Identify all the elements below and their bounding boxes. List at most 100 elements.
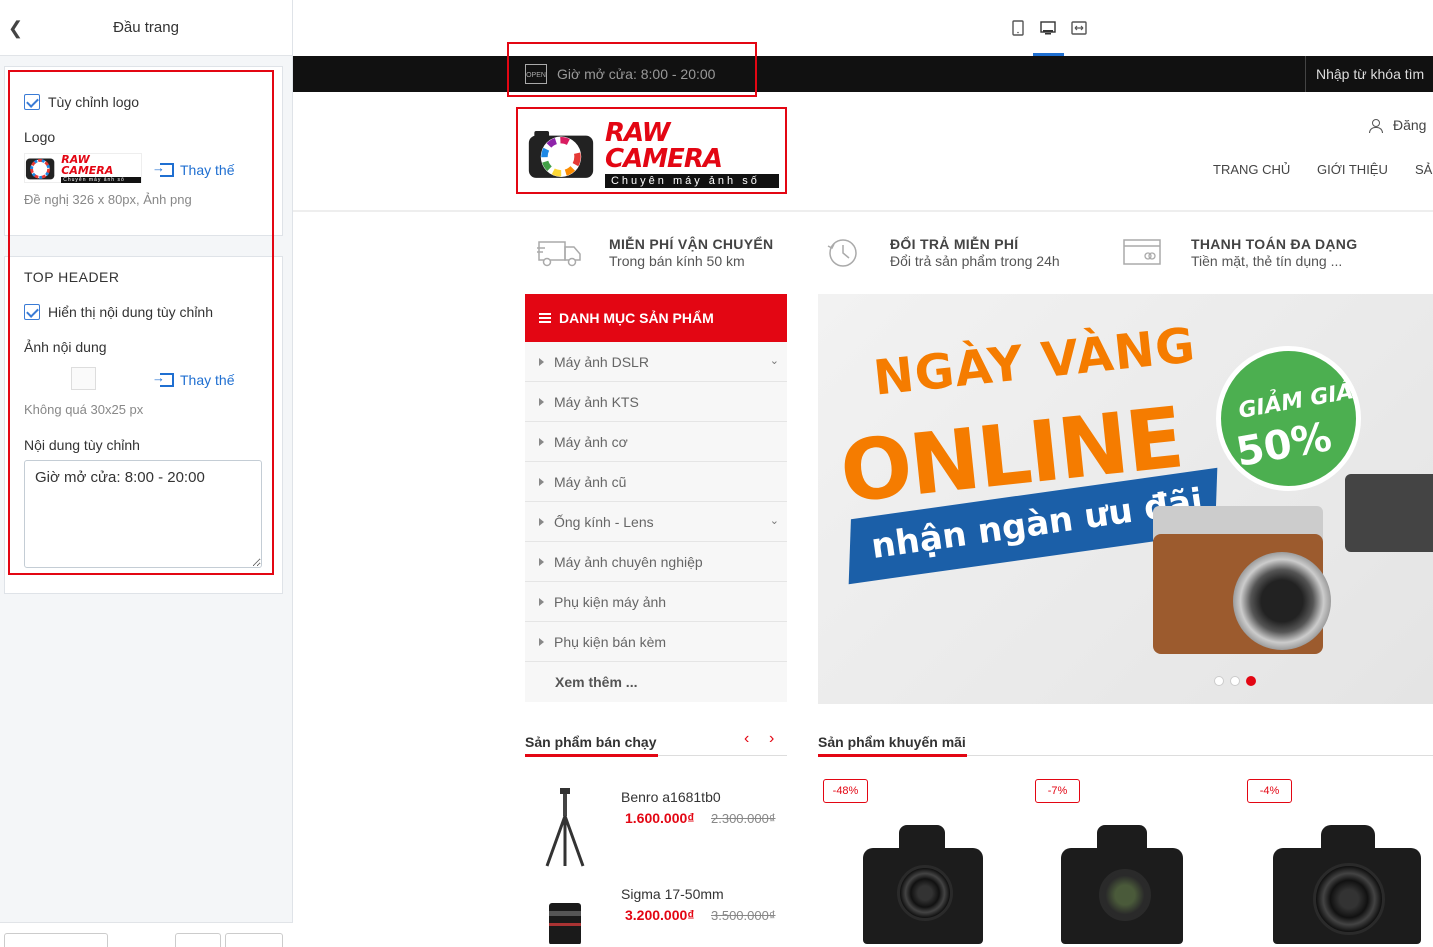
chevron-down-icon[interactable]: ⌄ <box>770 354 779 367</box>
truck-icon <box>537 241 581 267</box>
nav-products[interactable]: SẢ <box>1415 162 1432 177</box>
back-chevron-icon[interactable]: ❮ <box>8 18 23 39</box>
slider-dot[interactable] <box>1230 676 1240 686</box>
category-label: Phụ kiện máy ảnh <box>554 593 667 610</box>
custom-logo-checkbox[interactable] <box>24 94 40 110</box>
logo-label: Logo <box>24 129 56 145</box>
feature-payment: THANH TOÁN ĐA DẠNG Tiền mặt, thẻ tín dụn… <box>1123 236 1357 269</box>
discount-tag: -4% <box>1247 779 1292 803</box>
category-more-link[interactable]: Xem thêm ... <box>525 662 787 702</box>
header-divider <box>293 210 1433 212</box>
next-arrow-icon[interactable]: › <box>769 730 774 748</box>
product-price: 3.200.000₫ <box>625 907 695 923</box>
replace-logo-button[interactable]: Thay thế <box>152 160 235 178</box>
product-name[interactable]: Benro a1681tb0 <box>621 789 721 805</box>
device-toolbar <box>293 0 1433 56</box>
custom-content-textarea[interactable]: Giờ mở cửa: 8:00 - 20:00 <box>24 460 262 568</box>
bestseller-title: Sản phẩm bán chạy <box>525 734 657 750</box>
caret-right-icon <box>539 597 544 606</box>
card-icon <box>1123 239 1161 265</box>
opening-hours-text: Giờ mở cửa: 8:00 - 20:00 <box>557 66 716 82</box>
discount-badge <box>1216 346 1361 491</box>
site-logo[interactable]: RAW CAMERA Chuyên máy ảnh số <box>527 120 779 188</box>
login-link[interactable]: Đăng <box>1369 117 1426 133</box>
category-menu-title: DANH MỤC SẢN PHẨM <box>559 310 714 326</box>
custom-content-label: Nội dung tùy chỉnh <box>24 437 140 453</box>
slider-dot-active[interactable] <box>1246 676 1256 686</box>
camera-image <box>1345 474 1433 552</box>
product-price: 1.600.000₫ <box>625 810 695 826</box>
section-underline <box>525 754 658 757</box>
content-image-label: Ảnh nội dung <box>24 339 107 355</box>
show-custom-content-label: Hiển thị nội dung tùy chỉnh <box>48 304 213 320</box>
category-item-film[interactable]: Máy ảnh cơ <box>525 422 787 462</box>
replace-logo-label: Thay thế <box>180 162 235 178</box>
product-camera-image[interactable] <box>863 825 983 944</box>
custom-logo-label: Tùy chỉnh logo <box>48 94 140 110</box>
user-icon <box>1369 118 1383 133</box>
slider-dot[interactable] <box>1214 676 1224 686</box>
sidebar-header: ❮ Đầu trang <box>0 0 292 56</box>
site-preview: OPEN Giờ mở cửa: 8:00 - 20:00 Nhập từ kh… <box>293 0 1433 944</box>
tripod-image <box>545 788 585 867</box>
chevron-down-icon[interactable]: ⌄ <box>770 514 779 527</box>
product-name[interactable]: Sigma 17-50mm <box>621 886 724 902</box>
category-menu: DANH MỤC SẢN PHẨM Máy ảnh DSLR ⌄ Máy ảnh … <box>525 294 787 702</box>
promo-banner[interactable]: NGÀY VÀNG ONLINE nhận ngàn ưu đãi GIẢM G… <box>818 294 1433 704</box>
feature-title: MIỄN PHÍ VẬN CHUYỂN <box>609 236 774 252</box>
feature-subtitle: Trong bán kính 50 km <box>609 253 745 269</box>
caret-right-icon <box>539 437 544 446</box>
category-item-used[interactable]: Máy ảnh cũ <box>525 462 787 502</box>
lens-image <box>549 903 581 944</box>
content-image-hint: Không quá 30x25 px <box>24 402 144 417</box>
feature-title: THANH TOÁN ĐA DẠNG <box>1191 236 1358 252</box>
product-item[interactable]: Benro a1681tb0 1.600.000₫ 2.300.000₫ <box>525 784 787 874</box>
category-label: Máy ảnh cũ <box>554 473 627 490</box>
category-item-pro[interactable]: Máy ảnh chuyên nghiệp <box>525 542 787 582</box>
footer-button[interactable] <box>175 933 221 947</box>
category-item-lens[interactable]: Ống kính - Lens ⌄ <box>525 502 787 542</box>
caret-right-icon <box>539 557 544 566</box>
nav-home[interactable]: TRANG CHỦ <box>1213 162 1290 177</box>
replace-image-label: Thay thế <box>180 372 235 388</box>
category-item-accessories[interactable]: Phụ kiện máy ảnh <box>525 582 787 622</box>
mobile-view-icon[interactable] <box>1010 20 1026 36</box>
product-camera-image[interactable] <box>1273 825 1421 944</box>
category-label: Phụ kiện bán kèm <box>554 633 667 650</box>
product-camera-image[interactable] <box>1061 825 1183 944</box>
desktop-view-icon[interactable] <box>1040 20 1056 36</box>
product-item[interactable]: Sigma 17-50mm 3.200.000₫ 3.500.000₫ <box>525 881 787 944</box>
feature-subtitle: Đổi trả sản phẩm trong 24h <box>890 253 1060 269</box>
logo-thumbnail: RAW CAMERA Chuyên máy ảnh số <box>24 153 142 183</box>
sidebar-footer <box>0 922 293 947</box>
category-menu-header[interactable]: DANH MỤC SẢN PHẨM <box>525 294 787 342</box>
search-input[interactable]: Nhập từ khóa tìm <box>1305 56 1433 92</box>
replace-content-image-button[interactable]: Thay thế <box>152 370 235 388</box>
replace-icon <box>152 160 174 177</box>
camera-lens <box>1313 863 1385 935</box>
slider-dots <box>1214 676 1262 686</box>
caret-right-icon <box>539 637 544 646</box>
category-item-kts[interactable]: Máy ảnh KTS <box>525 382 787 422</box>
caret-right-icon <box>539 517 544 526</box>
category-item-dslr[interactable]: Máy ảnh DSLR ⌄ <box>525 342 787 382</box>
discount-tag: -7% <box>1035 779 1080 803</box>
footer-button[interactable] <box>225 933 283 947</box>
product-old-price: 3.500.000₫ <box>711 908 776 923</box>
category-item-bundle[interactable]: Phụ kiện bán kèm <box>525 622 787 662</box>
category-label: Máy ảnh cơ <box>554 433 628 450</box>
footer-button[interactable] <box>4 933 108 947</box>
promo-title: Sản phẩm khuyến mãi <box>818 734 966 750</box>
nav-about[interactable]: GIỚI THIỆU <box>1317 162 1388 177</box>
section-underline <box>818 754 967 757</box>
show-custom-content-checkbox-row[interactable]: Hiển thị nội dung tùy chỉnh <box>24 304 213 320</box>
show-custom-content-checkbox[interactable] <box>24 304 40 320</box>
camera-logo-icon <box>528 131 594 178</box>
custom-logo-checkbox-row[interactable]: Tùy chỉnh logo <box>24 94 139 110</box>
fullwidth-view-icon[interactable] <box>1071 20 1087 36</box>
camera-sensor <box>1099 869 1151 921</box>
replace-icon <box>152 370 174 387</box>
prev-arrow-icon[interactable]: ‹ <box>744 730 749 748</box>
hamburger-icon <box>539 311 551 325</box>
logo-name: RAW CAMERA <box>604 118 723 174</box>
